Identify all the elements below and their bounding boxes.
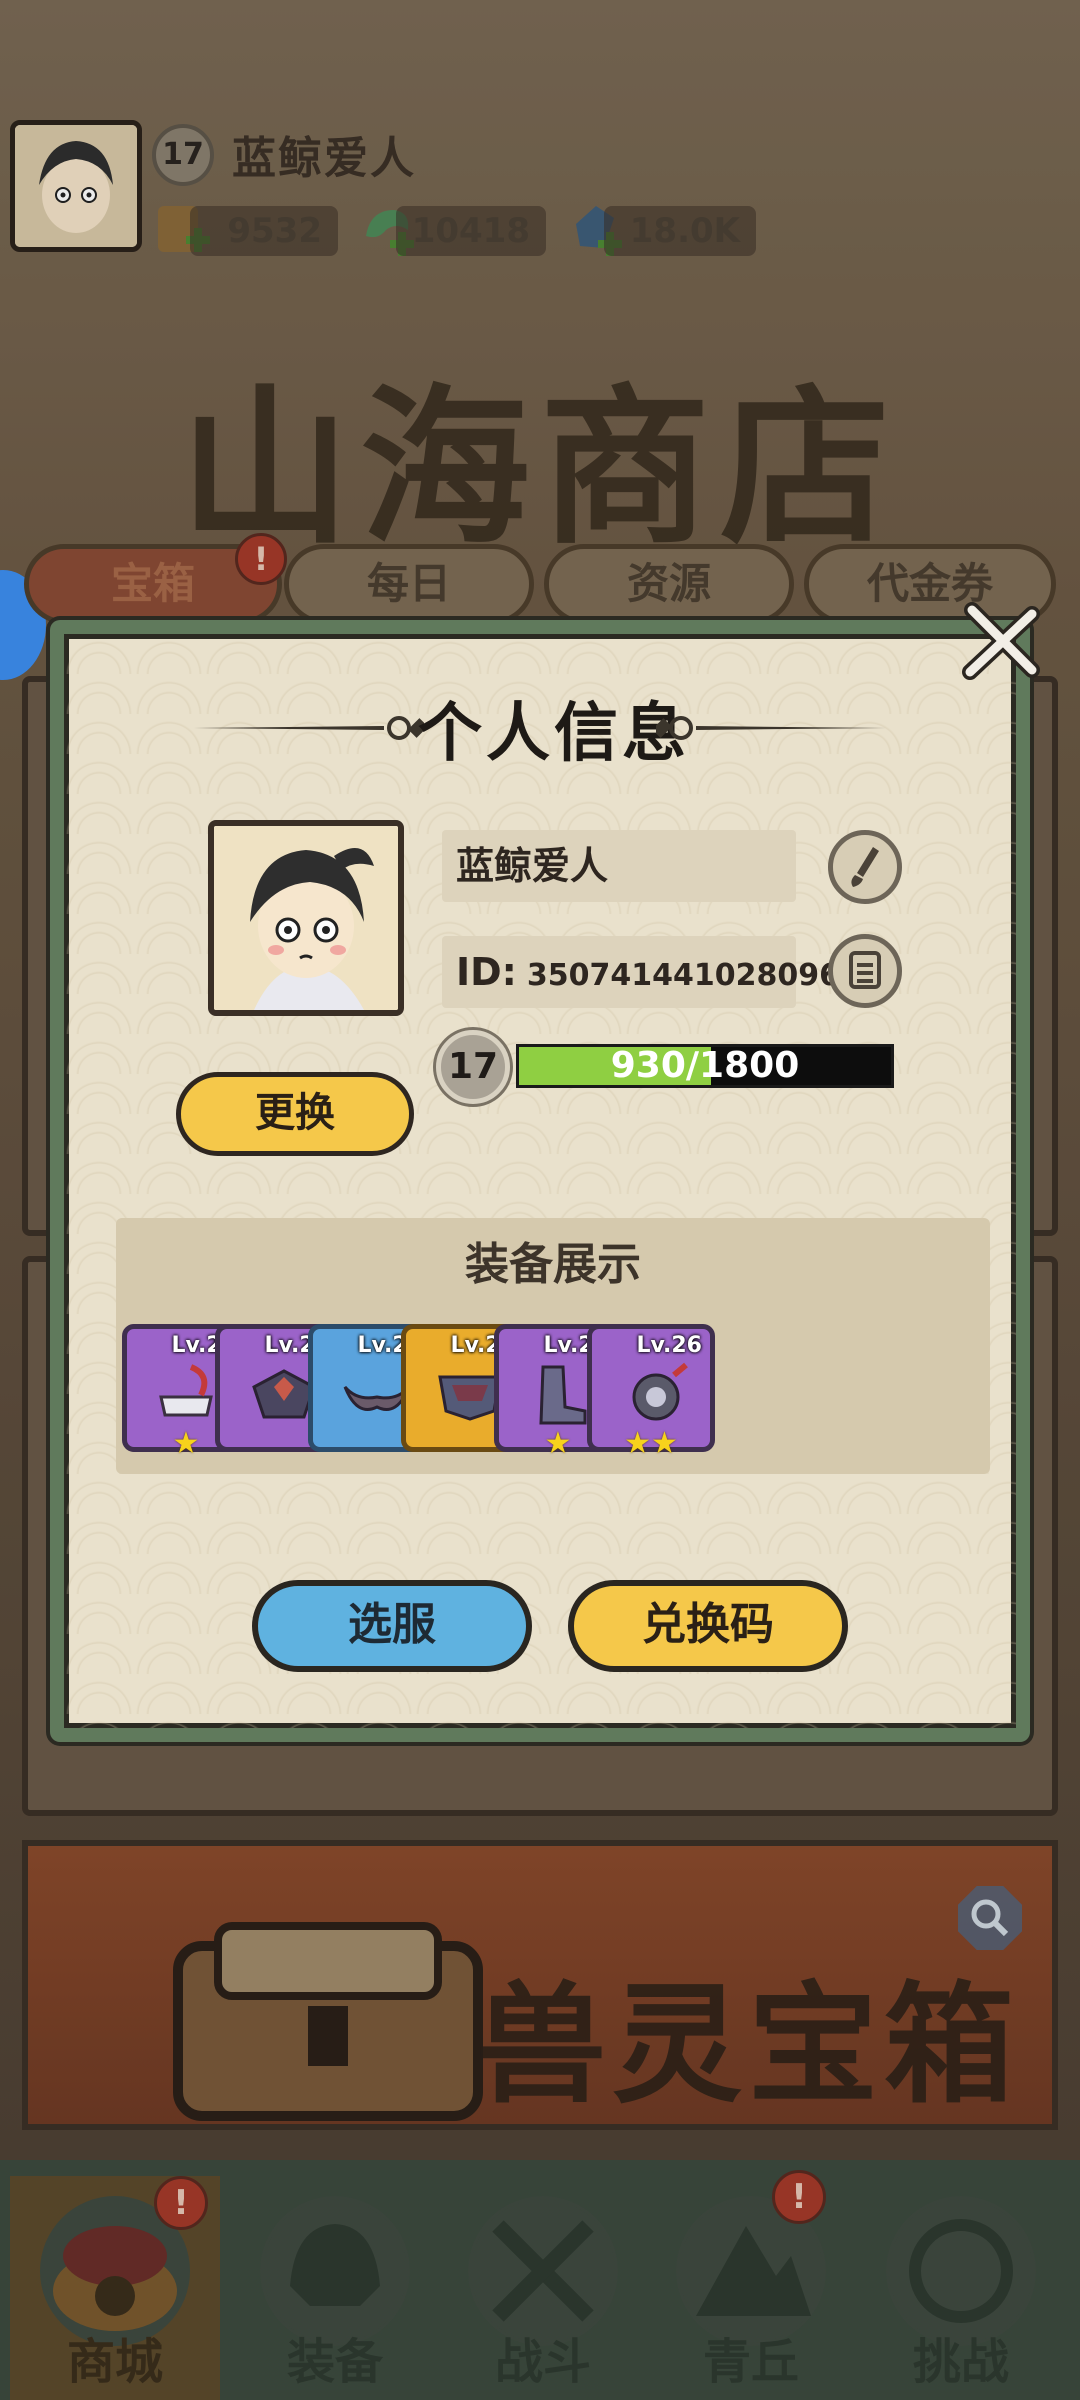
id-prefix-label: ID:	[456, 950, 517, 994]
experience-text: 930/1800	[610, 1045, 800, 1086]
equipment-showcase: 装备展示 Lv.27 ★ Lv.24 Lv.23 Lv.27 Lv.27 ★ Lv.26 ★★	[116, 1218, 990, 1474]
orb-amulet-icon	[632, 1362, 688, 1421]
copy-id-button[interactable]	[828, 934, 902, 1008]
change-avatar-button[interactable]: 更换	[176, 1072, 414, 1156]
close-icon[interactable]	[958, 600, 1042, 684]
profile-avatar[interactable]	[208, 820, 404, 1016]
player-name-field: 蓝鲸爱人	[442, 830, 796, 902]
player-level-badge: 17	[436, 1030, 510, 1104]
equipment-showcase-title: 装备展示	[465, 1239, 641, 1290]
equipment-level: Lv.26	[636, 1333, 702, 1358]
player-id-value: 350741441028096	[526, 958, 841, 993]
player-id-field: ID: 350741441028096	[442, 936, 840, 1008]
brush-icon	[851, 847, 879, 887]
profile-dialog: 个人信息 更换 蓝鲸爱人 ID: 350741441028096 17 930/…	[50, 620, 1030, 1742]
rename-button[interactable]	[828, 830, 902, 904]
star-rating: ★★	[624, 1426, 678, 1461]
title-ornament-right	[656, 716, 886, 740]
select-server-button[interactable]: 选服	[252, 1580, 532, 1672]
experience-bar: 930/1800	[516, 1044, 894, 1088]
redeem-code-button[interactable]: 兑换码	[568, 1580, 848, 1672]
player-portrait-icon	[214, 826, 398, 1010]
copy-icon	[849, 951, 881, 989]
equipment-slot[interactable]: Lv.26 ★★	[587, 1324, 715, 1459]
wave-pattern	[64, 634, 1016, 1728]
dialog-title: 个人信息	[418, 697, 690, 771]
